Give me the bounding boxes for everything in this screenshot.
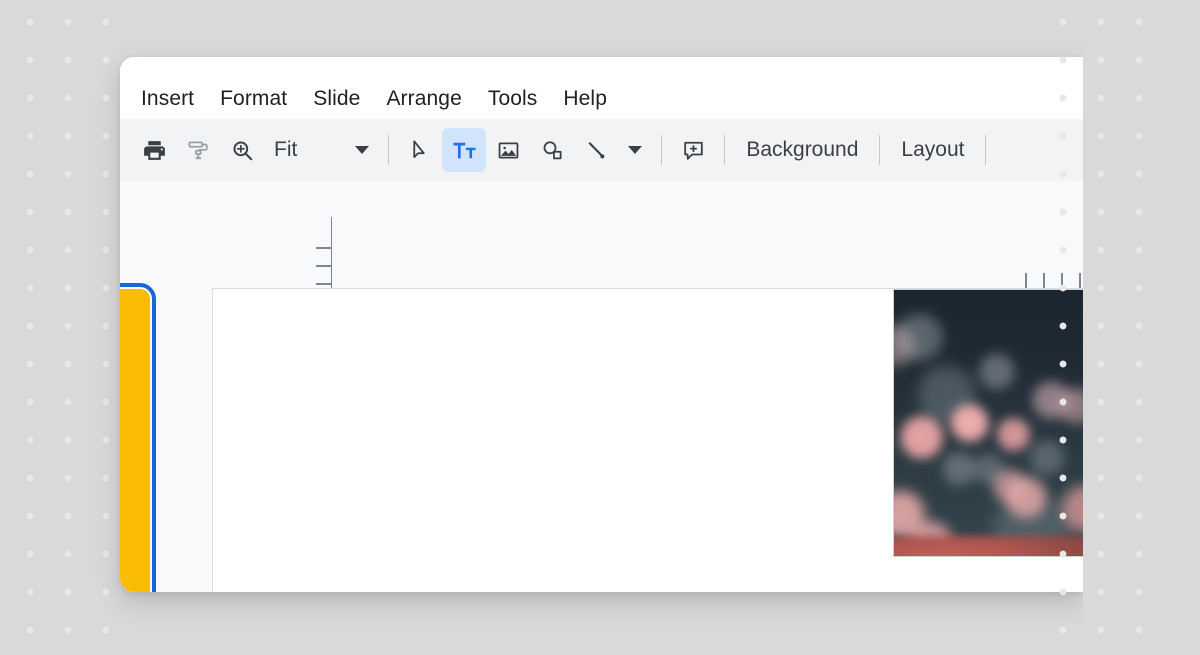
editor-body (120, 181, 1083, 592)
zoom-button[interactable] (220, 128, 264, 172)
ruler-horizontal[interactable] (880, 259, 1083, 289)
toolbar-divider (661, 135, 662, 165)
zoom-in-icon (230, 138, 255, 163)
slides-app-window: Insert Format Slide Arrange Tools Help (120, 57, 1083, 592)
print-icon (142, 138, 167, 163)
viewport-right-mask (1083, 0, 1200, 655)
ruler-horizontal-tick (1043, 273, 1045, 288)
zoom-level-label: Fit (274, 138, 297, 162)
toolbar-divider (879, 135, 880, 165)
toolbar-divider (985, 135, 986, 165)
insert-line-button[interactable] (574, 128, 618, 172)
insert-line-icon (584, 138, 609, 163)
menu-item-slide[interactable]: Slide (300, 88, 373, 119)
chevron-down-icon (355, 146, 369, 154)
text-box-tool-button[interactable] (442, 128, 486, 172)
ruler-vertical-tick (316, 283, 331, 285)
slide-filmstrip[interactable] (120, 181, 212, 592)
slide-canvas[interactable] (212, 288, 1083, 592)
toolbar-divider (388, 135, 389, 165)
menu-item-format[interactable]: Format (207, 88, 300, 119)
insert-shape-button[interactable] (530, 128, 574, 172)
slide-image-object[interactable] (893, 289, 1083, 557)
ruler-horizontal-tick (1025, 273, 1027, 288)
slide-thumbnail-1[interactable] (120, 289, 150, 592)
text-box-icon (451, 137, 478, 164)
layout-button[interactable]: Layout (889, 138, 976, 162)
add-comment-button[interactable] (671, 128, 715, 172)
cursor-select-icon (408, 138, 433, 163)
ruler-vertical-tick (316, 265, 331, 267)
insert-shape-icon (540, 138, 565, 163)
decorative-dot-pattern-right-overlay (1059, 0, 1163, 655)
menu-item-arrange[interactable]: Arrange (373, 88, 474, 119)
chevron-down-icon (628, 146, 642, 154)
menu-item-insert[interactable]: Insert (128, 88, 207, 119)
background-button[interactable]: Background (734, 138, 870, 162)
line-dropdown-button[interactable] (618, 128, 652, 172)
add-comment-icon (681, 138, 706, 163)
paint-format-icon (186, 138, 211, 163)
decorative-dot-pattern-left (26, 0, 130, 655)
toolbar: Fit (120, 119, 1083, 181)
insert-image-icon (496, 138, 521, 163)
paint-format-button[interactable] (176, 128, 220, 172)
menu-bar: Insert Format Slide Arrange Tools Help (120, 57, 1083, 119)
select-tool-button[interactable] (398, 128, 442, 172)
toolbar-divider (724, 135, 725, 165)
zoom-dropdown-button[interactable] (345, 128, 379, 172)
bokeh-photo-content (893, 289, 1083, 557)
menu-item-help[interactable]: Help (550, 88, 620, 119)
insert-image-button[interactable] (486, 128, 530, 172)
menu-item-tools[interactable]: Tools (475, 88, 551, 119)
print-button[interactable] (132, 128, 176, 172)
bokeh-photo-foreground-strip (893, 536, 1083, 557)
ruler-vertical-tick (316, 247, 331, 249)
